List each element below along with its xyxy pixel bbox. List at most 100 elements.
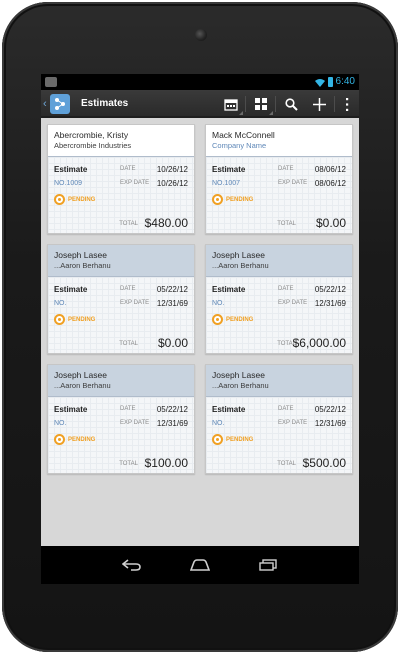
exp-date-label: EXP DATE bbox=[278, 420, 308, 426]
card-header: Joseph Lasee ...Aaron Berhanu bbox=[206, 245, 352, 277]
pending-eye-icon bbox=[212, 314, 223, 325]
total-value: $0.00 bbox=[315, 216, 346, 230]
add-button[interactable] bbox=[304, 90, 334, 118]
document-type: Estimate bbox=[54, 165, 88, 174]
estimates-grid: Abercrombie, Kristy Abercrombie Industri… bbox=[41, 120, 359, 546]
total-value: $500.00 bbox=[302, 456, 346, 470]
total-label: TOTAL bbox=[277, 461, 296, 467]
exp-date-value: 12/31/69 bbox=[156, 299, 188, 308]
tablet-device: 6:40 ‹ Estimates Abercrombie, Kristy Abe… bbox=[2, 2, 398, 652]
search-icon bbox=[284, 97, 298, 111]
estimate-number: NO.1009 bbox=[54, 180, 83, 187]
client-name: Joseph Lasee bbox=[54, 370, 107, 380]
status-clock: 6:40 bbox=[335, 76, 355, 87]
card-body: Estimate NO. DATE EXP DATE 05/22/12 12/3… bbox=[206, 397, 352, 473]
status-indicators: 6:40 bbox=[314, 76, 355, 88]
estimate-number: NO. bbox=[212, 420, 225, 427]
company-name: Company Name bbox=[212, 141, 267, 150]
total-value: $100.00 bbox=[144, 456, 188, 470]
date-value: 05/22/12 bbox=[156, 285, 188, 294]
exp-date-label: EXP DATE bbox=[120, 180, 150, 186]
date-label: DATE bbox=[120, 406, 136, 412]
page-title: Estimates bbox=[81, 98, 129, 109]
document-type: Estimate bbox=[212, 285, 246, 294]
status-badge: PENDING bbox=[54, 434, 95, 445]
pending-eye-icon bbox=[54, 434, 65, 445]
estimate-number: NO. bbox=[54, 420, 67, 427]
home-button[interactable] bbox=[188, 555, 212, 575]
exp-date-value: 10/26/12 bbox=[156, 179, 188, 188]
client-name: Mack McConnell bbox=[212, 130, 275, 140]
total-label: TOTAL bbox=[119, 221, 138, 227]
pending-eye-icon bbox=[54, 314, 65, 325]
date-label: DATE bbox=[120, 166, 136, 172]
exp-date-value: 12/31/69 bbox=[156, 419, 188, 428]
company-name: Abercrombie Industries bbox=[54, 141, 132, 150]
total-label: TOTAL bbox=[119, 341, 138, 347]
exp-date-label: EXP DATE bbox=[120, 420, 150, 426]
estimate-card[interactable]: Abercrombie, Kristy Abercrombie Industri… bbox=[47, 124, 195, 234]
total-label: TOTAL bbox=[277, 221, 296, 227]
card-header: Joseph Lasee ...Aaron Berhanu bbox=[48, 365, 194, 397]
estimate-card[interactable]: Mack McConnell Company Name Estimate NO.… bbox=[205, 124, 353, 234]
card-header: Joseph Lasee ...Aaron Berhanu bbox=[206, 365, 352, 397]
document-type: Estimate bbox=[212, 405, 246, 414]
date-label: DATE bbox=[120, 286, 136, 292]
screen: 6:40 ‹ Estimates Abercrombie, Kristy Abe… bbox=[41, 74, 359, 584]
total-value: $6,000.00 bbox=[292, 336, 346, 350]
dropdown-indicator bbox=[269, 111, 273, 115]
date-value: 05/22/12 bbox=[314, 285, 346, 294]
total-label: TOTAL bbox=[119, 461, 138, 467]
back-button[interactable] bbox=[120, 555, 144, 575]
date-value: 10/26/12 bbox=[156, 165, 188, 174]
recent-apps-button[interactable] bbox=[256, 555, 280, 575]
add-icon bbox=[312, 97, 326, 111]
exp-date-label: EXP DATE bbox=[278, 300, 308, 306]
status-bar: 6:40 bbox=[41, 74, 359, 90]
date-value: 05/22/12 bbox=[314, 405, 346, 414]
date-value: 08/06/12 bbox=[314, 165, 346, 174]
total-value: $0.00 bbox=[157, 336, 188, 350]
calendar-button[interactable] bbox=[216, 90, 246, 118]
date-label: DATE bbox=[278, 286, 294, 292]
estimate-card[interactable]: Joseph Lasee ...Aaron Berhanu Estimate N… bbox=[205, 364, 353, 474]
status-text: PENDING bbox=[68, 436, 96, 443]
document-type: Estimate bbox=[54, 285, 88, 294]
estimate-card[interactable]: Joseph Lasee ...Aaron Berhanu Estimate N… bbox=[47, 364, 195, 474]
card-body: Estimate NO.1007 DATE EXP DATE 08/06/12 … bbox=[206, 157, 352, 233]
action-bar: ‹ Estimates bbox=[41, 90, 359, 118]
card-header: Mack McConnell Company Name bbox=[206, 125, 352, 157]
card-body: Estimate NO. DATE EXP DATE 05/22/12 12/3… bbox=[48, 397, 194, 473]
status-text: PENDING bbox=[68, 196, 96, 203]
battery-icon bbox=[327, 77, 333, 87]
grid-view-icon bbox=[255, 98, 267, 110]
overflow-menu-button[interactable] bbox=[334, 90, 359, 118]
document-type: Estimate bbox=[54, 405, 88, 414]
estimate-card[interactable]: Joseph Lasee ...Aaron Berhanu Estimate N… bbox=[47, 244, 195, 354]
company-name: ...Aaron Berhanu bbox=[54, 261, 111, 270]
client-name: Joseph Lasee bbox=[212, 250, 265, 260]
search-button[interactable] bbox=[276, 90, 306, 118]
pending-eye-icon bbox=[212, 434, 223, 445]
exp-date-label: EXP DATE bbox=[120, 300, 150, 306]
document-type: Estimate bbox=[212, 165, 246, 174]
status-badge: PENDING bbox=[54, 194, 95, 205]
status-badge: PENDING bbox=[54, 314, 95, 325]
status-badge: PENDING bbox=[212, 194, 253, 205]
status-text: PENDING bbox=[226, 196, 254, 203]
dropdown-indicator bbox=[239, 111, 243, 115]
estimate-number: NO. bbox=[54, 300, 67, 307]
card-body: Estimate NO. DATE EXP DATE 05/22/12 12/3… bbox=[206, 277, 352, 353]
calendar-icon bbox=[224, 98, 238, 111]
card-body: Estimate NO. DATE EXP DATE 05/22/12 12/3… bbox=[48, 277, 194, 353]
date-label: DATE bbox=[278, 406, 294, 412]
estimate-card[interactable]: Joseph Lasee ...Aaron Berhanu Estimate N… bbox=[205, 244, 353, 354]
exp-date-value: 08/06/12 bbox=[314, 179, 346, 188]
front-camera bbox=[195, 29, 207, 41]
pending-eye-icon bbox=[54, 194, 65, 205]
app-logo[interactable] bbox=[50, 94, 70, 114]
status-badge: PENDING bbox=[212, 434, 253, 445]
view-mode-button[interactable] bbox=[246, 90, 276, 118]
estimate-number: NO.1007 bbox=[212, 180, 241, 187]
up-navigation-icon[interactable]: ‹ bbox=[43, 98, 47, 110]
